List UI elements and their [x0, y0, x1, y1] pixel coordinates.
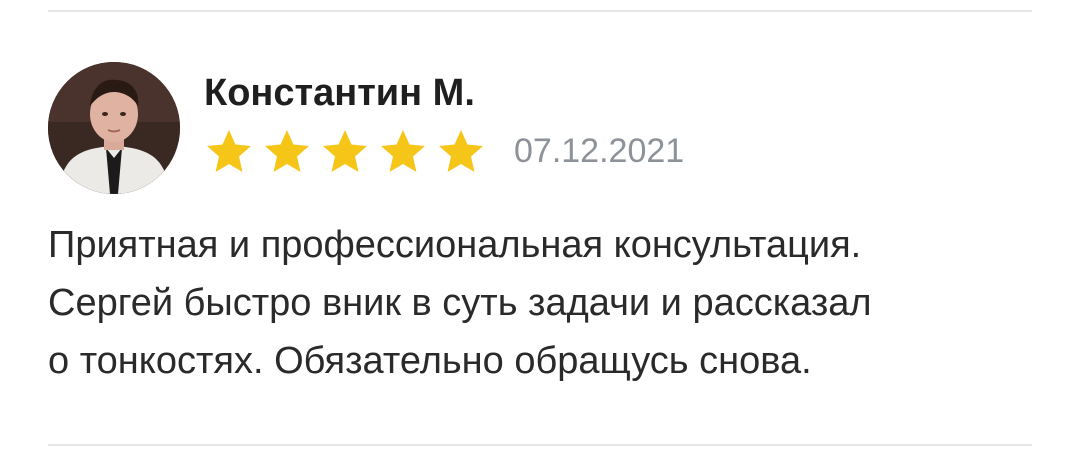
review-date: 07.12.2021: [514, 132, 685, 170]
star-icon: [204, 128, 254, 174]
review-text: Приятная и профессиональная консультация…: [48, 216, 1032, 390]
author-name[interactable]: Константин М.: [204, 70, 684, 116]
star-icon: [262, 128, 312, 174]
review-meta: 07.12.2021: [204, 128, 684, 174]
star-icon: [378, 128, 428, 174]
review-text-line: о тонкостях. Обязательно обращусь снова.: [48, 340, 812, 382]
star-icon: [320, 128, 370, 174]
review-header: Константин М. 07.12.2021: [204, 70, 684, 174]
bottom-divider: [48, 444, 1032, 446]
review-text-line: Сергей быстро вник в суть задачи и расск…: [48, 282, 872, 324]
star-icon: [436, 128, 486, 174]
avatar[interactable]: [48, 62, 180, 194]
rating-stars: [204, 128, 494, 174]
review-text-line: Приятная и профессиональная консультация…: [48, 224, 862, 266]
top-divider: [48, 10, 1032, 12]
